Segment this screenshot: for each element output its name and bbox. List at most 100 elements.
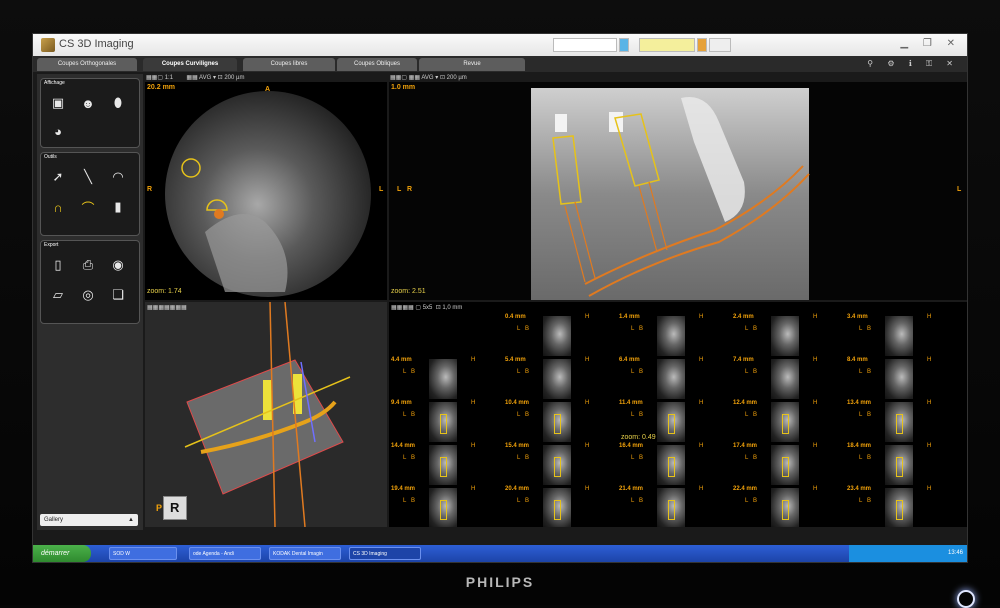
tooth-icon[interactable]: ⬮ (107, 93, 129, 113)
slices-view[interactable]: ▦▦▦▦ ▢ 5x5 ⊡ 1,0 mm 0.4 mm H L B 1.4 mm H L B 2.… (389, 302, 967, 527)
ratio-label: 1:1 (164, 75, 174, 81)
slice-b-label: B (525, 412, 530, 418)
angle-icon[interactable]: ◠ (107, 167, 129, 187)
axial-left-orientation: R (147, 186, 153, 193)
orientation-cube[interactable]: P R (156, 496, 187, 520)
slice-image[interactable] (885, 359, 913, 399)
implant-outline (896, 414, 903, 434)
tab-coupes-curvilignes[interactable]: Coupes Curvilignes (143, 58, 237, 71)
slice-image[interactable] (543, 316, 571, 356)
slice-image[interactable] (885, 488, 913, 527)
tools-group: Outils ➚ ╲ ◠ ∩ ⌒ ▮ (40, 152, 140, 236)
implant-outline (782, 500, 789, 520)
view-toolbar[interactable]: ▦▦▢ 1:1 ▦▦ AVG ▾ ⊡ 200 µm (146, 74, 244, 81)
implant-outline (668, 414, 675, 434)
slice-image[interactable] (543, 402, 571, 442)
slice-image[interactable] (657, 488, 685, 527)
power-button-icon[interactable] (957, 590, 975, 608)
implant-outline (782, 414, 789, 434)
slice-mm-label: 3.4 mm (847, 314, 868, 320)
slice-l-label: L (631, 369, 635, 375)
copy-icon[interactable]: ❏ (107, 285, 129, 305)
slice-image[interactable] (885, 445, 913, 485)
slice-image[interactable] (657, 445, 685, 485)
slice-image[interactable] (885, 316, 913, 356)
system-tray[interactable]: 13:46 (849, 545, 967, 562)
slice-l-label: L (745, 498, 749, 504)
task-sod[interactable]: SOD W (109, 547, 177, 560)
info-field[interactable] (639, 38, 695, 52)
axial-view[interactable]: 20.2 mm A R L zoom: 1.74 (145, 82, 387, 300)
implant-icon[interactable]: ▮ (107, 197, 129, 217)
cube-p-label: P (156, 503, 163, 513)
slice-h-label: H (813, 400, 818, 406)
slice-image[interactable] (771, 359, 799, 399)
window-controls[interactable]: ▁ ❐ ✕ (900, 38, 961, 49)
slice-image[interactable] (771, 402, 799, 442)
nerve-icon[interactable]: ⌒ (77, 197, 99, 217)
slice-b-label: B (753, 498, 758, 504)
small-field[interactable] (709, 38, 731, 52)
slice-image[interactable] (657, 402, 685, 442)
tab-revue[interactable]: Revue (419, 58, 525, 71)
slice-image[interactable] (429, 359, 457, 399)
slice-image[interactable] (429, 402, 457, 442)
implant-outline (896, 457, 903, 477)
cd-icon[interactable]: ◎ (77, 285, 99, 305)
slice-image[interactable] (657, 359, 685, 399)
title-bar: CS 3D Imaging ▁ ❐ ✕ (33, 34, 967, 56)
folder-icon[interactable] (697, 38, 707, 52)
task-cs3d[interactable]: CS 3D Imaging (349, 547, 421, 560)
slice-image[interactable] (771, 445, 799, 485)
folder-export-icon[interactable]: ▱ (47, 285, 69, 305)
task-agenda[interactable]: ode Agenda - Andi (189, 547, 261, 560)
slice-b-label: B (639, 455, 644, 461)
slice-b-label: B (753, 412, 758, 418)
slice-b-label: B (411, 455, 416, 461)
slice-image[interactable] (543, 488, 571, 527)
slice-b-label: B (867, 498, 872, 504)
slice-b-label: B (411, 498, 416, 504)
arch-curve-icon[interactable]: ∩ (47, 197, 69, 217)
document-icon[interactable]: ▯ (47, 255, 69, 275)
slice-image[interactable] (771, 316, 799, 356)
skull-icon[interactable]: ☻ (77, 93, 99, 113)
task-kodak[interactable]: KODAK Dental Imagin (269, 547, 341, 560)
monitor-brand: PHILIPS (465, 574, 535, 590)
slice-view-icon[interactable]: ▣ (47, 93, 69, 113)
printer-icon[interactable]: ⎙ (77, 255, 99, 275)
slice-image[interactable] (543, 359, 571, 399)
pano-toolbar[interactable]: ▦▦▢ ▦▦ AVG ▾ ⊡ 200 µm (390, 74, 467, 81)
gallery-button[interactable]: Gallery ▲ (40, 514, 138, 526)
slice-image[interactable] (429, 488, 457, 527)
jaw-3d-icon[interactable]: ◕ (47, 121, 69, 141)
tab-coupes-obliques[interactable]: Coupes Obliques (337, 58, 417, 71)
slice-image[interactable] (885, 402, 913, 442)
tab-coupes-libres[interactable]: Coupes libres (243, 58, 335, 71)
start-button[interactable]: démarrer (33, 545, 91, 562)
slice-image[interactable] (543, 445, 571, 485)
slice-h-label: H (813, 314, 818, 320)
slice-b-label: B (639, 326, 644, 332)
panoramic-view[interactable]: 1.0 mm L R L zoom: 2.51 (389, 82, 967, 300)
slices-toolbar[interactable]: ▦▦▦▦ ▢ 5x5 ⊡ 1,0 mm (391, 304, 462, 311)
slice-image[interactable] (429, 445, 457, 485)
implant-outline (554, 500, 561, 520)
slice-l-label: L (745, 455, 749, 461)
slice-mm-label: 23.4 mm (847, 486, 872, 492)
slice-image[interactable] (657, 316, 685, 356)
tab-coupes-orthogonales[interactable]: Coupes Orthogonales (37, 58, 137, 71)
system-icons[interactable]: ⚲ ⚙ ℹ ⚿ ✕ (867, 59, 959, 69)
slice-l-label: L (859, 412, 863, 418)
patient-field[interactable] (553, 38, 617, 52)
slice-mm-label: 9.4 mm (391, 400, 412, 406)
slice-l-label: L (403, 498, 407, 504)
slice-l-label: L (745, 369, 749, 375)
patient-icon[interactable] (619, 38, 629, 52)
slice-b-label: B (867, 326, 872, 332)
3d-view[interactable]: ▦▦▦▦▦▦▦ P R (145, 302, 387, 527)
ruler-icon[interactable]: ╲ (77, 167, 99, 187)
pointer-icon[interactable]: ➚ (47, 167, 69, 187)
camera-icon[interactable]: ◉ (107, 255, 129, 275)
slice-image[interactable] (771, 488, 799, 527)
